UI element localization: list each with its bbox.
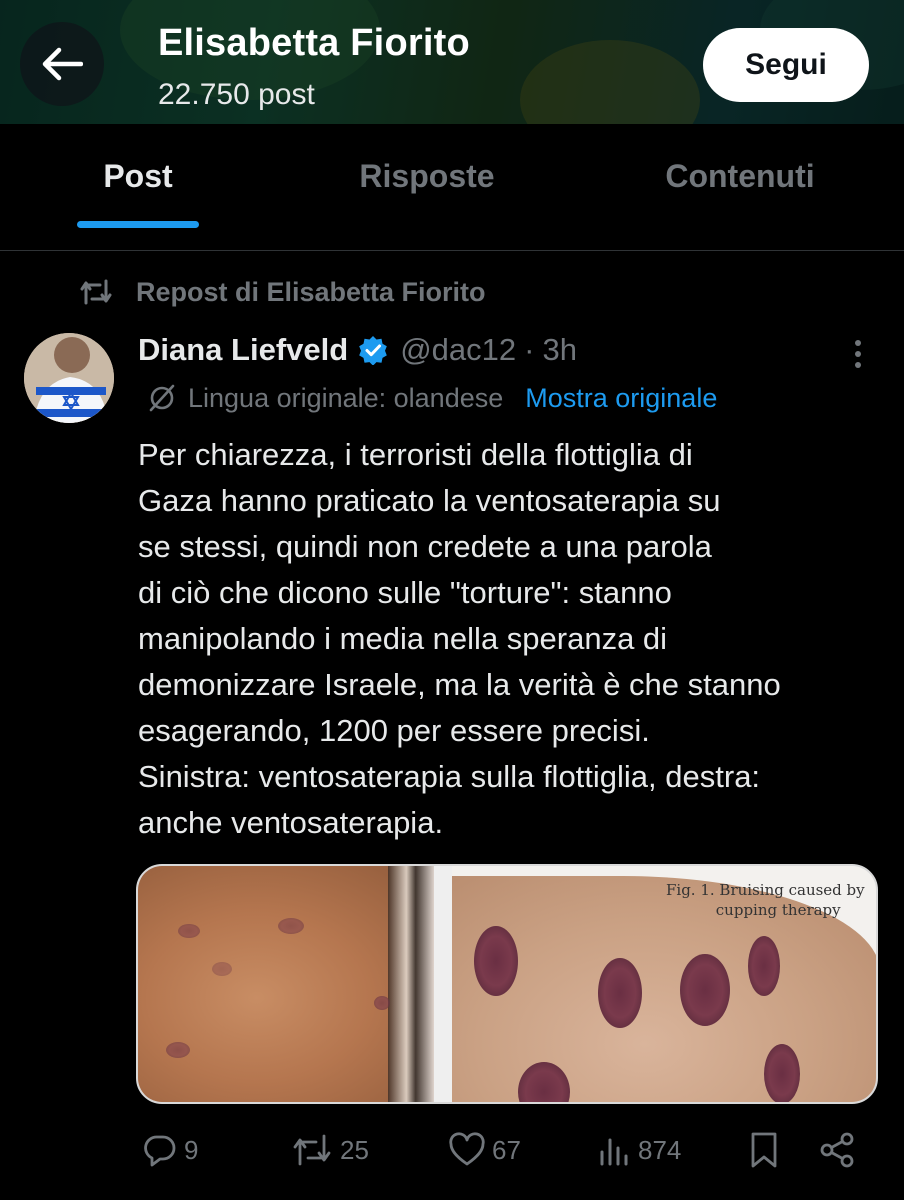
repost-context[interactable]: Repost di Elisabetta Fiorito bbox=[78, 272, 486, 312]
views-count: 874 bbox=[638, 1134, 682, 1165]
bruise-mark bbox=[374, 996, 390, 1010]
cupping-mark bbox=[748, 936, 780, 996]
avatar-image bbox=[24, 333, 114, 423]
tweet-text-line: se stessi, quindi non credete a una paro… bbox=[138, 529, 712, 564]
tweet-text-line: Sinistra: ventosaterapia sulla flottigli… bbox=[138, 759, 761, 794]
tweet-text-line: esagerando, 1200 per essere precisi. bbox=[138, 713, 650, 748]
media-caption: Fig. 1. Bruising caused by cupping thera… bbox=[666, 880, 865, 920]
views-button[interactable]: 874 bbox=[596, 1126, 681, 1174]
bruise-mark bbox=[178, 924, 200, 938]
cupping-mark bbox=[764, 1044, 800, 1102]
author-name[interactable]: Diana Liefveld bbox=[138, 332, 348, 368]
cupping-mark bbox=[680, 954, 730, 1026]
more-icon bbox=[855, 340, 861, 346]
translation-row: Lingua originale: olandese Mostra origin… bbox=[146, 378, 717, 418]
media-photo-right: Fig. 1. Bruising caused by cupping thera… bbox=[452, 866, 876, 1102]
back-button[interactable] bbox=[20, 22, 104, 106]
bruise-mark bbox=[166, 1042, 190, 1058]
media-photo-left bbox=[138, 866, 434, 1102]
back-arrow-icon bbox=[42, 47, 83, 81]
repost-count: 25 bbox=[340, 1134, 369, 1165]
translate-icon bbox=[149, 384, 175, 412]
cupping-mark bbox=[474, 926, 518, 996]
media-photo-detail bbox=[388, 866, 434, 1102]
reply-count: 9 bbox=[184, 1134, 199, 1165]
share-button[interactable] bbox=[818, 1126, 856, 1174]
bruise-mark bbox=[278, 918, 304, 934]
more-icon-dot bbox=[855, 351, 861, 357]
verified-badge-icon bbox=[359, 336, 387, 365]
tweet-media[interactable]: Fig. 1. Bruising caused by cupping thera… bbox=[136, 864, 878, 1104]
tweet-text-line: anche ventosaterapia. bbox=[138, 805, 444, 840]
more-icon-dot bbox=[855, 362, 861, 368]
reply-button[interactable]: 9 bbox=[142, 1126, 198, 1174]
active-tab-indicator bbox=[77, 221, 199, 228]
post-count: 22.750 post bbox=[158, 78, 315, 111]
views-icon bbox=[600, 1138, 628, 1166]
bookmark-button[interactable] bbox=[748, 1126, 780, 1174]
show-original-link[interactable]: Mostra originale bbox=[525, 383, 717, 414]
profile-header: Elisabetta Fiorito 22.750 post Segui bbox=[0, 0, 904, 124]
translation-label: Lingua originale: olandese bbox=[188, 382, 504, 413]
bruise-mark bbox=[212, 962, 232, 976]
tweet-actions: 9 25 67 874 bbox=[138, 1126, 880, 1174]
more-options-button[interactable] bbox=[840, 336, 876, 372]
like-count: 67 bbox=[492, 1134, 521, 1165]
author-handle[interactable]: @dac12 bbox=[400, 332, 516, 368]
tweet-text: Per chiarezza, i terroristi della flotti… bbox=[138, 432, 888, 846]
tweet-text-line: Gaza hanno praticato la ventosaterapia s… bbox=[138, 483, 721, 518]
tweet-time[interactable]: 3h bbox=[542, 332, 576, 368]
like-button[interactable]: 67 bbox=[448, 1126, 521, 1174]
repost-label: Repost di Elisabetta Fiorito bbox=[136, 276, 486, 307]
like-icon bbox=[449, 1132, 485, 1166]
tweet-text-line: di ciò che dicono sulle "torture": stann… bbox=[138, 575, 672, 610]
tweet-text-line: manipolando i media nella speranza di bbox=[138, 621, 668, 656]
divider bbox=[0, 250, 904, 251]
share-icon bbox=[820, 1132, 854, 1168]
media-caption-line: cupping therapy bbox=[715, 901, 841, 919]
tweet-author-row: Diana Liefveld @dac12 · 3h bbox=[138, 328, 577, 372]
follow-button[interactable]: Segui bbox=[703, 28, 869, 102]
tab-risposte[interactable]: Risposte bbox=[316, 124, 538, 228]
media-caption-line: Fig. 1. Bruising caused by bbox=[666, 881, 865, 899]
tweet-text-line: demonizzare Israele, ma la verità è che … bbox=[138, 667, 781, 702]
tab-post[interactable]: Post bbox=[38, 124, 238, 228]
media-divider bbox=[434, 866, 452, 1102]
bookmark-icon bbox=[751, 1132, 777, 1168]
repost-button[interactable]: 25 bbox=[290, 1126, 369, 1174]
separator: · bbox=[524, 332, 535, 367]
reply-icon bbox=[144, 1135, 176, 1167]
profile-name: Elisabetta Fiorito bbox=[158, 22, 470, 64]
avatar[interactable] bbox=[24, 333, 114, 423]
repost-icon bbox=[80, 279, 112, 305]
profile-tabs: Post Risposte Contenuti bbox=[0, 124, 904, 228]
repost-icon bbox=[293, 1134, 331, 1166]
cupping-mark bbox=[598, 958, 642, 1028]
tweet-text-line: Per chiarezza, i terroristi della flotti… bbox=[138, 437, 693, 472]
tab-contenuti[interactable]: Contenuti bbox=[630, 124, 850, 228]
